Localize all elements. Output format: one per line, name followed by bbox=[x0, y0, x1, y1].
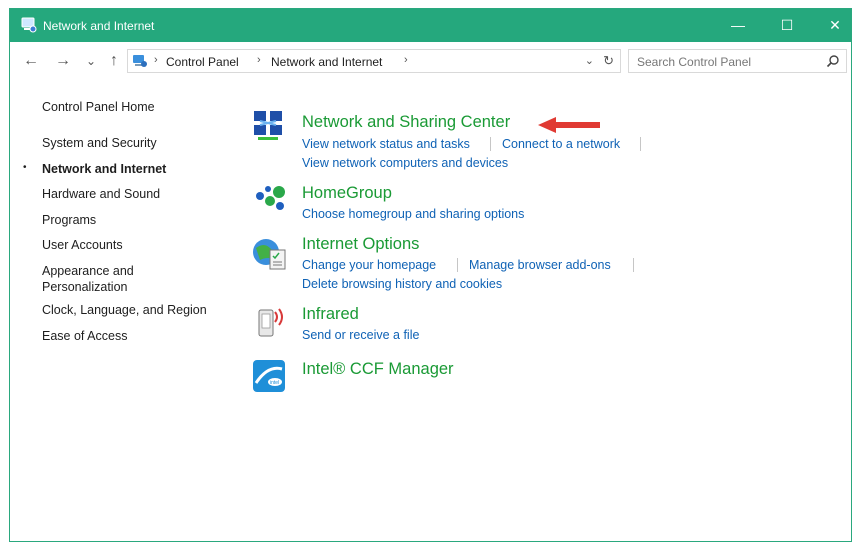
sidebar-item-system-and-security[interactable]: System and Security bbox=[42, 135, 157, 151]
category-title-internet-options[interactable]: Internet Options bbox=[302, 235, 419, 254]
address-bar: ← → ⌄ ↑ › Control Panel › Network and In… bbox=[10, 42, 851, 80]
sidebar-item-network-and-internet: Network and Internet bbox=[42, 162, 167, 176]
network-sharing-icon bbox=[254, 111, 282, 140]
search-placeholder: Search Control Panel bbox=[637, 55, 752, 69]
link-divider bbox=[490, 137, 491, 151]
sidebar-item-appearance[interactable]: Appearance and bbox=[42, 263, 134, 279]
active-bullet-icon: • bbox=[23, 162, 27, 173]
link-delete-browsing-history[interactable]: Delete browsing history and cookies bbox=[302, 277, 502, 291]
internet-options-icon bbox=[253, 239, 286, 270]
sidebar-item-programs[interactable]: Programs bbox=[42, 212, 96, 228]
category-title-network-sharing[interactable]: Network and Sharing Center bbox=[302, 113, 510, 132]
annotation-arrow-icon bbox=[538, 117, 600, 133]
link-change-homepage[interactable]: Change your homepage bbox=[302, 258, 436, 272]
maximize-button[interactable]: ☐ bbox=[765, 9, 809, 42]
sidebar-item-ease-of-access[interactable]: Ease of Access bbox=[42, 328, 127, 344]
link-connect-to-network[interactable]: Connect to a network bbox=[502, 137, 620, 151]
category-title-intel-ccf[interactable]: Intel® CCF Manager bbox=[302, 360, 454, 379]
link-view-network-status[interactable]: View network status and tasks bbox=[302, 137, 470, 151]
forward-button[interactable]: → bbox=[52, 50, 74, 72]
minimize-button[interactable]: — bbox=[716, 9, 760, 42]
address-dropdown-button[interactable]: ⌄ bbox=[585, 54, 594, 67]
up-button[interactable]: ↑ bbox=[103, 50, 125, 72]
control-panel-window: Network and Internet — ☐ ✕ ← → ⌄ ↑ › Con… bbox=[9, 8, 852, 542]
close-button[interactable]: ✕ bbox=[813, 9, 853, 42]
link-homegroup-sharing[interactable]: Choose homegroup and sharing options bbox=[302, 207, 524, 221]
link-manage-addons[interactable]: Manage browser add-ons bbox=[469, 258, 611, 272]
sidebar-item-hardware-and-sound[interactable]: Hardware and Sound bbox=[42, 186, 160, 202]
sidebar-item-clock-language-region[interactable]: Clock, Language, and Region bbox=[42, 302, 207, 318]
svg-text:intel: intel bbox=[270, 380, 279, 386]
breadcrumb[interactable]: › Control Panel › Network and Internet ›… bbox=[127, 49, 621, 73]
sidebar-item-user-accounts[interactable]: User Accounts bbox=[42, 237, 123, 253]
refresh-button[interactable]: ↻ bbox=[603, 53, 614, 69]
breadcrumb-separator-icon[interactable]: › bbox=[404, 54, 408, 66]
recent-locations-button[interactable]: ⌄ bbox=[80, 50, 102, 72]
homegroup-icon bbox=[256, 186, 285, 210]
intel-ccf-icon: intel bbox=[253, 360, 285, 392]
link-view-network-computers[interactable]: View network computers and devices bbox=[302, 156, 508, 170]
category-title-infrared[interactable]: Infrared bbox=[302, 305, 359, 324]
control-panel-icon bbox=[133, 55, 147, 67]
breadcrumb-network-and-internet[interactable]: Network and Internet bbox=[271, 55, 382, 69]
breadcrumb-control-panel[interactable]: Control Panel bbox=[166, 55, 239, 69]
link-divider bbox=[640, 137, 641, 151]
control-panel-icon bbox=[21, 17, 37, 33]
breadcrumb-separator-icon: › bbox=[154, 54, 158, 66]
link-divider bbox=[633, 258, 634, 272]
link-divider bbox=[457, 258, 458, 272]
category-title-homegroup[interactable]: HomeGroup bbox=[302, 184, 392, 203]
title-bar[interactable]: Network and Internet — ☐ ✕ bbox=[10, 9, 851, 42]
breadcrumb-separator-icon: › bbox=[257, 54, 261, 66]
infrared-icon bbox=[258, 308, 283, 337]
back-button[interactable]: ← bbox=[20, 50, 42, 72]
search-icon[interactable] bbox=[826, 54, 840, 68]
sidebar-item-control-panel-home[interactable]: Control Panel Home bbox=[42, 99, 155, 115]
window-title: Network and Internet bbox=[43, 19, 155, 33]
sidebar-item-personalization[interactable]: Personalization bbox=[42, 279, 127, 295]
search-input[interactable]: Search Control Panel bbox=[628, 49, 847, 73]
link-send-receive-file[interactable]: Send or receive a file bbox=[302, 328, 419, 342]
